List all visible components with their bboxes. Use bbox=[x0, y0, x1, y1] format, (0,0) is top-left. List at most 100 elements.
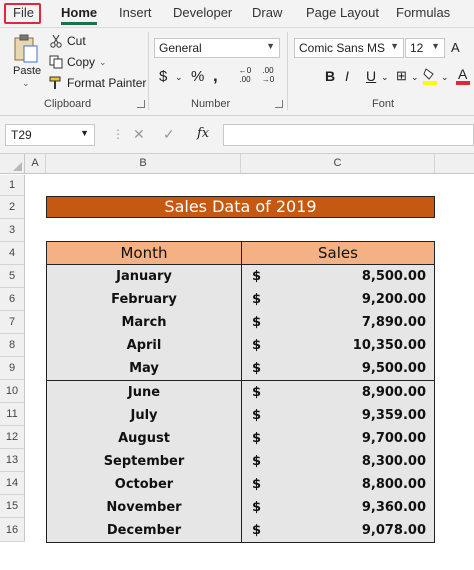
increase-font-size-icon[interactable]: A bbox=[451, 40, 460, 55]
sales-cell[interactable]: $9,359.00 bbox=[241, 403, 435, 428]
sales-cell[interactable]: $9,700.00 bbox=[241, 426, 435, 451]
fill-color-icon[interactable] bbox=[423, 66, 437, 86]
month-cell[interactable]: January bbox=[46, 265, 242, 289]
row-header-5[interactable]: 5 bbox=[0, 265, 25, 288]
currency-symbol: $ bbox=[252, 476, 262, 492]
formula-input[interactable] bbox=[223, 124, 474, 146]
sales-amount: 9,359.00 bbox=[361, 407, 426, 423]
accounting-format-icon[interactable]: $ bbox=[159, 68, 167, 85]
decrease-decimal-icon[interactable]: .00 →0 bbox=[259, 66, 277, 84]
tab-developer[interactable]: Developer bbox=[173, 5, 232, 20]
title-cell[interactable]: Sales Data of 2019 bbox=[46, 196, 435, 218]
cancel-icon[interactable]: ✕ bbox=[133, 126, 145, 143]
select-all-button[interactable] bbox=[0, 154, 25, 174]
sales-cell[interactable]: $9,200.00 bbox=[241, 288, 435, 313]
copy-label: Copy bbox=[67, 55, 96, 69]
tab-draw[interactable]: Draw bbox=[252, 5, 282, 20]
font-name-select[interactable]: Comic Sans MS ▼ bbox=[294, 38, 404, 58]
row-header-7[interactable]: 7 bbox=[0, 311, 25, 334]
italic-button[interactable]: I bbox=[345, 68, 349, 84]
formula-bar: T29 ▼ ⋮ ✕ ✓ fx bbox=[0, 116, 474, 154]
accounting-chevron-down-icon[interactable]: ⌄ bbox=[175, 72, 183, 83]
month-cell[interactable]: June bbox=[46, 380, 242, 405]
month-cell[interactable]: March bbox=[46, 311, 242, 336]
sales-cell[interactable]: $8,500.00 bbox=[241, 265, 435, 289]
name-box[interactable]: T29 ▼ bbox=[5, 124, 95, 146]
row-header-9[interactable]: 9 bbox=[0, 357, 25, 380]
insert-function-icon[interactable]: fx bbox=[197, 126, 209, 141]
month-cell[interactable]: May bbox=[46, 357, 242, 382]
font-size-value: 12 bbox=[410, 41, 424, 55]
increase-decimal-icon[interactable]: ←0.00 bbox=[236, 66, 254, 84]
sales-amount: 8,300.00 bbox=[361, 453, 426, 469]
sales-cell[interactable]: $10,350.00 bbox=[241, 334, 435, 359]
paste-button[interactable]: Paste bbox=[13, 65, 41, 77]
more-options-icon: ⋮ bbox=[112, 127, 124, 141]
borders-chevron-down-icon[interactable]: ⌄ bbox=[411, 72, 419, 83]
month-cell[interactable]: April bbox=[46, 334, 242, 359]
clipboard-launcher-icon[interactable] bbox=[137, 100, 145, 108]
row-header-10[interactable]: 10 bbox=[0, 380, 25, 403]
chevron-down-icon: ▼ bbox=[266, 41, 275, 51]
tab-page-layout[interactable]: Page Layout bbox=[306, 5, 379, 20]
header-month[interactable]: Month bbox=[46, 241, 242, 265]
row-header-4[interactable]: 4 bbox=[0, 242, 25, 265]
name-box-value: T29 bbox=[11, 128, 32, 142]
month-cell[interactable]: August bbox=[46, 426, 242, 451]
month-cell[interactable]: December bbox=[46, 519, 242, 544]
header-sales[interactable]: Sales bbox=[241, 241, 435, 265]
font-color-icon[interactable]: A bbox=[456, 66, 470, 86]
currency-symbol: $ bbox=[252, 523, 262, 539]
month-cell[interactable]: October bbox=[46, 472, 242, 497]
row-header-6[interactable]: 6 bbox=[0, 288, 25, 311]
month-cell[interactable]: July bbox=[46, 403, 242, 428]
row-header-13[interactable]: 13 bbox=[0, 449, 25, 472]
sales-cell[interactable]: $7,890.00 bbox=[241, 311, 435, 336]
month-cell[interactable]: November bbox=[46, 496, 242, 520]
row-header-12[interactable]: 12 bbox=[0, 426, 25, 449]
column-header-b[interactable]: B bbox=[46, 154, 241, 174]
font-size-select[interactable]: 12 ▼ bbox=[405, 38, 445, 58]
borders-icon[interactable]: ⊞ bbox=[396, 68, 407, 84]
bold-button[interactable]: B bbox=[325, 68, 335, 84]
row-header-8[interactable]: 8 bbox=[0, 334, 25, 357]
sales-cell[interactable]: $8,300.00 bbox=[241, 449, 435, 474]
sales-amount: 9,700.00 bbox=[361, 430, 426, 446]
number-format-select[interactable]: General ▼ bbox=[154, 38, 280, 58]
copy-button[interactable]: Copy ⌄ bbox=[49, 55, 107, 69]
row-header-3[interactable]: 3 bbox=[0, 219, 25, 242]
sales-cell[interactable]: $9,500.00 bbox=[241, 357, 435, 382]
sales-cell[interactable]: $9,078.00 bbox=[241, 519, 435, 544]
number-launcher-icon[interactable] bbox=[275, 100, 283, 108]
row-header-11[interactable]: 11 bbox=[0, 403, 25, 426]
percent-style-icon[interactable]: % bbox=[191, 68, 204, 85]
currency-symbol: $ bbox=[252, 292, 262, 308]
format-painter-button[interactable]: Format Painter bbox=[49, 76, 146, 90]
cut-button[interactable]: Cut bbox=[49, 34, 86, 48]
sales-cell[interactable]: $8,800.00 bbox=[241, 472, 435, 497]
month-cell[interactable]: September bbox=[46, 449, 242, 474]
enter-check-icon[interactable]: ✓ bbox=[163, 126, 175, 143]
tab-file[interactable]: File bbox=[13, 5, 34, 20]
month-cell[interactable]: February bbox=[46, 288, 242, 313]
row-header-14[interactable]: 14 bbox=[0, 472, 25, 495]
sales-cell[interactable]: $8,900.00 bbox=[241, 380, 435, 405]
fill-color-chevron-down-icon[interactable]: ⌄ bbox=[441, 72, 449, 83]
comma-style-icon[interactable]: , bbox=[213, 66, 218, 86]
tab-home[interactable]: Home bbox=[61, 5, 98, 25]
column-header-a[interactable]: A bbox=[25, 154, 46, 174]
paste-icon[interactable] bbox=[13, 34, 39, 64]
row-header-15[interactable]: 15 bbox=[0, 495, 25, 518]
divider bbox=[148, 32, 149, 110]
row-header-1[interactable]: 1 bbox=[0, 175, 25, 196]
tab-insert[interactable]: Insert bbox=[119, 5, 152, 20]
sales-cell[interactable]: $9,360.00 bbox=[241, 496, 435, 520]
underline-button[interactable]: U bbox=[366, 68, 376, 84]
column-header-c[interactable]: C bbox=[241, 154, 435, 174]
tab-formulas[interactable]: Formulas bbox=[396, 5, 450, 20]
row-header-16[interactable]: 16 bbox=[0, 518, 25, 542]
underline-chevron-down-icon[interactable]: ⌄ bbox=[381, 72, 389, 83]
row-header-2[interactable]: 2 bbox=[0, 196, 25, 219]
paste-chevron-down-icon[interactable]: ⌄ bbox=[22, 78, 30, 89]
copy-chevron-down-icon[interactable]: ⌄ bbox=[99, 57, 107, 68]
